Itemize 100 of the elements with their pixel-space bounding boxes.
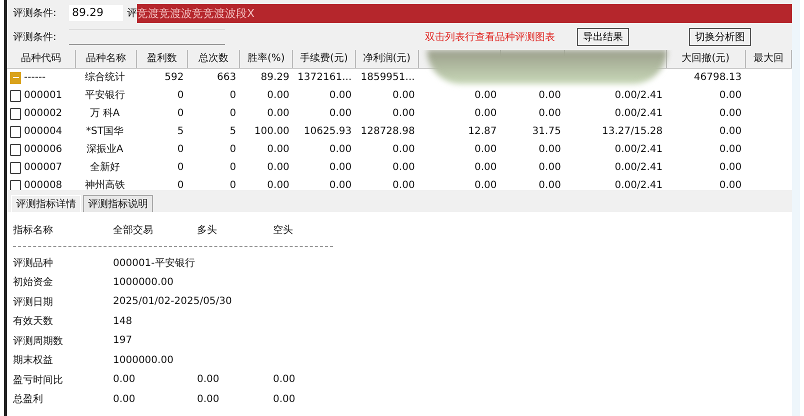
detail-value: 0.00: [113, 394, 136, 405]
table-cell: 0.00: [538, 90, 561, 101]
table-cell: 0.00/2.41: [614, 108, 663, 119]
table-cell-text: 000007: [24, 161, 62, 175]
condition-field[interactable]: 89.29: [69, 5, 123, 21]
table-cell: 0.00: [329, 162, 352, 173]
column-header[interactable]: 胜率(%): [240, 50, 294, 68]
condition-label: 评测条件:: [13, 30, 58, 44]
column-header[interactable]: 品种代码: [7, 50, 76, 68]
table-cell: 0.00/2.41: [614, 180, 663, 190]
detail-label: 期末权益: [13, 354, 54, 368]
table-cell: 0.00: [267, 162, 290, 173]
table-cell: 0.00: [392, 108, 415, 119]
detail-value: 1000000.00: [113, 276, 174, 288]
table-cell: 0.00: [719, 162, 742, 173]
table-cell: 0.00: [392, 162, 415, 173]
detail-value: 1000000.00: [113, 354, 174, 366]
table-cell: 0.00: [267, 108, 290, 119]
document-icon: [10, 108, 21, 120]
document-icon: [10, 144, 21, 156]
table-cell: 0.00/2.41: [614, 144, 663, 155]
column-header[interactable]: 手续费(元): [293, 50, 356, 68]
column-header[interactable]: 盈利数: [137, 50, 188, 68]
column-header[interactable]: 总次数: [188, 50, 240, 68]
table-cell: 89.29: [260, 72, 290, 83]
table-cell: 0: [177, 162, 184, 173]
table-cell: 神州高铁: [84, 180, 125, 190]
table-cell: 1372161...: [298, 72, 352, 83]
table-cell: 0: [177, 90, 184, 101]
switch-chart-button[interactable]: 切换分析图: [689, 28, 751, 46]
table-cell: 0.00: [329, 90, 352, 101]
detail-value: 000001-平安银行: [113, 256, 196, 270]
table-cell: 5: [230, 126, 236, 137]
table-cell: 全新好: [90, 162, 120, 173]
column-heading: 多头: [197, 224, 218, 237]
table-cell: 平安银行: [84, 90, 125, 101]
table-cell: 0: [230, 162, 236, 173]
table-cell: 0.00: [538, 144, 561, 155]
table-cell: 0: [230, 180, 236, 190]
table-cell: 0.00: [267, 144, 290, 155]
table-cell: 100.00: [254, 126, 290, 137]
table-cell: 0: [177, 144, 184, 155]
table-cell-text: 000008: [24, 179, 62, 190]
table-cell: 10625.93: [304, 126, 352, 137]
tab[interactable]: 评测指标详情: [11, 195, 81, 212]
table-cell: 0.00: [538, 162, 561, 173]
table-cell: 综合统计: [84, 72, 125, 83]
table-cell: *ST国华: [86, 126, 124, 137]
tab[interactable]: 评测指标说明: [83, 195, 153, 212]
banner: 竞渡竞渡波竞竞渡波段X: [137, 4, 792, 22]
table-cell: 0.00: [474, 180, 497, 190]
detail-label: 有效天数: [13, 315, 54, 328]
table-cell: 0.00: [329, 144, 352, 155]
table-cell: 0: [230, 90, 236, 101]
detail-value: 0.00: [273, 394, 296, 405]
table-cell: 0.00: [329, 108, 352, 119]
table-cell: 0: [177, 180, 184, 190]
table-cell: 128728.98: [360, 126, 415, 137]
table-cell: 0.00: [392, 180, 415, 190]
export-button[interactable]: 导出结果: [577, 28, 629, 46]
detail-label: 盈亏时间比: [13, 374, 64, 387]
document-icon: [10, 126, 21, 138]
hint-text: 双击列表行查看品种评测图表: [425, 30, 555, 44]
detail-value: 0.00: [113, 374, 136, 386]
table-cell: 0: [177, 108, 184, 119]
column-heading: 空头: [273, 224, 293, 237]
detail-value: 197: [113, 335, 134, 346]
detail-label: 评测品种: [13, 256, 54, 270]
table-cell: 0.00: [719, 180, 742, 190]
detail-value: 2025/01/02-2025/05/30: [113, 296, 232, 308]
detail-value: 0.00: [197, 374, 220, 386]
column-header[interactable]: 品种名称: [76, 50, 138, 68]
table-cell: 0.00: [474, 108, 497, 119]
table-cell: 0.00: [538, 180, 561, 190]
table-cell: 0.00: [474, 90, 497, 101]
table-cell: 0.00: [329, 180, 352, 190]
column-header[interactable]: 最大回: [746, 50, 792, 68]
table-cell: 592: [164, 72, 184, 83]
detail-value: 148: [113, 316, 134, 327]
table-cell: 46798.13: [694, 72, 742, 83]
table-cell: 0.00: [474, 162, 497, 173]
detail-label: 初始资金: [13, 276, 54, 290]
detail-label: 评测日期: [13, 296, 54, 309]
table-cell-text: 000001: [24, 89, 62, 103]
detail-label: 评测周期数: [13, 334, 64, 348]
condition-field[interactable]: [69, 29, 225, 45]
table-cell: 0.00: [474, 144, 497, 155]
column-header[interactable]: 净利润(元): [356, 50, 419, 68]
table-cell: 0.00/2.41: [614, 90, 663, 101]
table-cell: 0.00: [267, 90, 290, 101]
table-cell: 5: [177, 126, 184, 137]
table-cell: 31.75: [532, 126, 561, 137]
table-cell: 0.00: [719, 144, 742, 155]
table-cell: 0.00: [267, 180, 290, 190]
table-cell: 0.00: [392, 144, 415, 155]
table-cell: 0.00: [538, 108, 561, 119]
table-cell-text: 000002: [24, 107, 62, 121]
column-heading: 全部交易: [113, 224, 154, 237]
table-cell: 0: [230, 144, 236, 155]
table-cell: 万 科A: [90, 108, 120, 119]
